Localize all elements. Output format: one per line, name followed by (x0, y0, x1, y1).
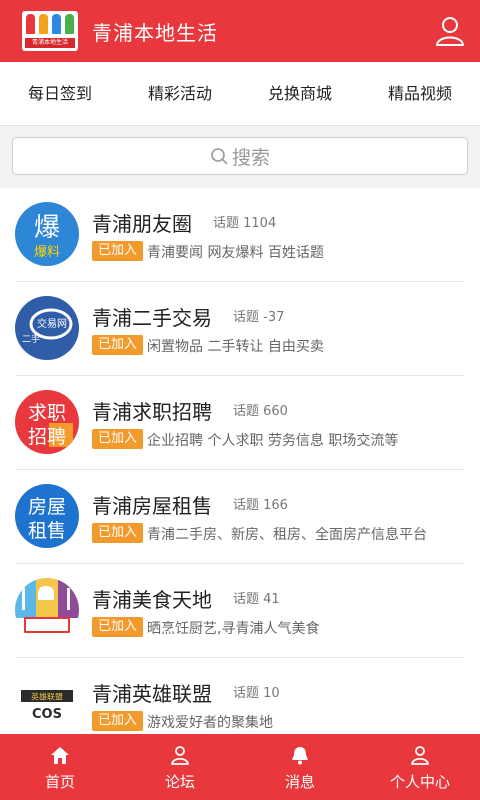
topic-desc: 游戏爱好者的聚集地 (147, 715, 273, 731)
joined-badge: 已加入 (92, 429, 144, 449)
search-area: 搜索 (0, 126, 480, 188)
list-item[interactable]: 青浦美食天地 话题 41 已加入 晒烹饪厨艺,寻青浦人气美食 (0, 564, 480, 658)
topic-avatar: 房屋 租售 (15, 484, 79, 548)
avatar-text-main: 求职 (28, 402, 66, 424)
topic-avatar: 爆 爆料 (15, 202, 79, 266)
avatar-text-sub: 招聘 (28, 426, 66, 448)
joined-badge: 已加入 (92, 711, 144, 731)
tab-events[interactable]: 精彩活动 (120, 62, 240, 125)
avatar-text-main: 爆 (34, 213, 60, 243)
joined-badge: 已加入 (92, 523, 144, 543)
profile-icon (411, 746, 429, 765)
topic-name: 青浦求职招聘 (92, 400, 212, 424)
avatar-text-main: 房屋 (28, 496, 66, 518)
nav-forum-label: 论坛 (164, 773, 195, 791)
tab-daily-checkin[interactable]: 每日签到 (0, 62, 120, 125)
nav-messages-label: 消息 (284, 773, 315, 791)
topic-count: 话题 41 (233, 592, 280, 607)
search-icon (211, 148, 228, 165)
topic-name: 青浦美食天地 (92, 588, 212, 612)
topic-desc: 青浦要闻 网友爆料 百姓话题 (147, 245, 324, 261)
list-item[interactable]: 交易网 二手 青浦二手交易 话题 -37 已加入 闲置物品 二手转让 自由买卖 (0, 282, 480, 376)
topic-desc: 晒烹饪厨艺,寻青浦人气美食 (147, 621, 320, 637)
app-logo: 青浦本地生活 (22, 11, 78, 51)
joined-badge: 已加入 (92, 335, 144, 355)
search-placeholder: 搜索 (231, 146, 270, 169)
topic-count: 话题 -37 (233, 310, 285, 325)
topic-desc: 闲置物品 二手转让 自由买卖 (147, 339, 324, 355)
logo-text: 青浦本地生活 (25, 38, 75, 48)
topic-count: 话题 10 (233, 686, 280, 701)
tab-videos[interactable]: 精品视频 (360, 62, 480, 125)
topic-name: 青浦二手交易 (92, 306, 212, 330)
topic-count: 话题 1104 (213, 216, 277, 231)
topic-avatar: 求职 招聘 (15, 390, 79, 454)
nav-home[interactable]: 首页 (0, 734, 120, 800)
bottom-nav: 首页 论坛 消息 个人中心 (0, 734, 480, 800)
avatar-text-sub: 爆料 (34, 245, 60, 260)
list-item[interactable]: 爆 爆料 青浦朋友圈 话题 1104 已加入 青浦要闻 网友爆料 百姓话题 (0, 188, 480, 282)
nav-profile[interactable]: 个人中心 (360, 734, 480, 800)
list-item[interactable]: 英雄联盟 COS 青浦英雄联盟 话题 10 已加入 游戏爱好者的聚集地 (0, 658, 480, 734)
tab-exchange-mall[interactable]: 兑换商城 (240, 62, 360, 125)
topic-list: 爆 爆料 青浦朋友圈 话题 1104 已加入 青浦要闻 网友爆料 百姓话题 交易… (0, 188, 480, 734)
list-item[interactable]: 房屋 租售 青浦房屋租售 话题 166 已加入 青浦二手房、新房、租房、全面房产… (0, 470, 480, 564)
topic-avatar (15, 578, 79, 642)
joined-badge: 已加入 (92, 617, 144, 637)
nav-home-label: 首页 (44, 773, 75, 791)
app-header: 青浦本地生活 青浦本地生活 (0, 0, 480, 62)
top-nav: 每日签到 精彩活动 兑换商城 精品视频 (0, 62, 480, 126)
topic-count: 话题 660 (233, 404, 288, 419)
topic-name: 青浦英雄联盟 (92, 682, 212, 706)
topic-avatar: 英雄联盟 COS (15, 672, 79, 734)
search-input[interactable]: 搜索 (12, 137, 468, 175)
list-item[interactable]: 求职 招聘 青浦求职招聘 话题 660 已加入 企业招聘 个人求职 劳务信息 职… (0, 376, 480, 470)
topic-desc: 企业招聘 个人求职 劳务信息 职场交流等 (147, 433, 399, 449)
topic-count: 话题 166 (233, 498, 288, 513)
home-icon (51, 747, 69, 764)
user-button[interactable] (432, 13, 468, 49)
user-icon (436, 17, 464, 46)
topic-name: 青浦房屋租售 (92, 494, 212, 518)
bell-icon (292, 747, 308, 765)
nav-forum[interactable]: 论坛 (120, 734, 240, 800)
topic-avatar: 交易网 二手 (15, 296, 79, 360)
forum-person-icon (171, 746, 189, 765)
avatar-text-main: 英雄联盟 (31, 692, 63, 702)
nav-profile-label: 个人中心 (389, 773, 450, 791)
avatar-text-sub: 租售 (28, 520, 66, 542)
topic-desc: 青浦二手房、新房、租房、全面房产信息平台 (147, 527, 427, 543)
nav-messages[interactable]: 消息 (240, 734, 360, 800)
app-title: 青浦本地生活 (92, 20, 218, 45)
topic-name: 青浦朋友圈 (92, 212, 192, 236)
joined-badge: 已加入 (92, 241, 144, 261)
avatar-text-main: 交易网 (37, 317, 67, 330)
avatar-text-sub: 二手 (22, 333, 40, 345)
avatar-text-sub: COS (32, 707, 62, 722)
